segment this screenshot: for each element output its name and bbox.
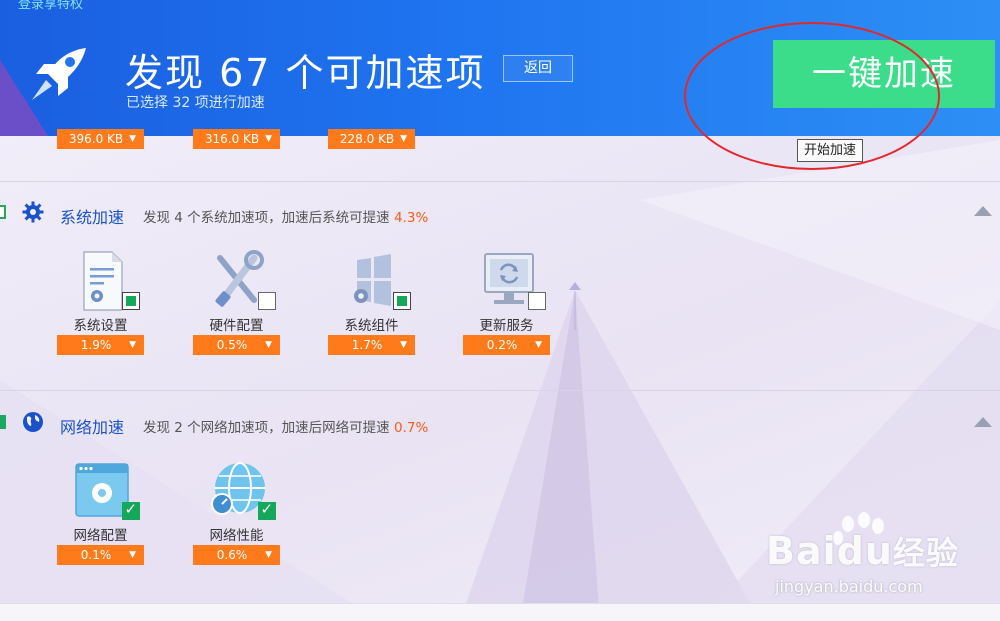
bottom-bar bbox=[0, 603, 1000, 621]
baidu-watermark-url: jingyan.baidu.com bbox=[775, 577, 923, 596]
gear-icon bbox=[22, 201, 44, 223]
dropdown-arrow-icon: ▼ bbox=[265, 129, 272, 136]
dropdown-arrow-icon: ▼ bbox=[129, 550, 136, 560]
item-checkbox[interactable] bbox=[257, 292, 276, 310]
page-title: 发现 67 个可加速项 bbox=[125, 51, 486, 95]
system-section-title: 系统加速 bbox=[60, 208, 125, 227]
system-section-checkbox[interactable] bbox=[0, 205, 6, 219]
item-network-performance: 网络性能 0.6%▼ bbox=[193, 460, 280, 565]
browser-gear-icon bbox=[66, 460, 140, 522]
size-dropdown[interactable]: 396.0 KB▼ bbox=[57, 136, 144, 149]
item-system-components: 系统组件 1.7% ▼ bbox=[328, 250, 415, 355]
dropdown-arrow-icon: ▼ bbox=[265, 340, 272, 350]
selection-summary: 已选择 32 项进行加速 bbox=[126, 95, 265, 111]
dropdown-arrow-icon: ▼ bbox=[535, 340, 542, 350]
item-dropdown[interactable]: 0.5% ▼ bbox=[193, 335, 280, 355]
dropdown-arrow-icon: ▼ bbox=[265, 550, 272, 560]
dropdown-arrow-icon: ▼ bbox=[129, 129, 136, 136]
item-checkbox[interactable] bbox=[121, 292, 140, 310]
dropdown-arrow-icon: ▼ bbox=[129, 136, 136, 144]
tools-icon bbox=[202, 250, 276, 312]
baidu-watermark: Baidu经验 bbox=[766, 529, 959, 573]
login-privilege-link[interactable]: 登录享特权 bbox=[18, 0, 83, 12]
item-dropdown[interactable]: 0.1% ▼ bbox=[57, 545, 144, 565]
size-dropdown[interactable]: 396.0 KB▼ bbox=[57, 129, 144, 136]
item-checkbox[interactable] bbox=[121, 500, 140, 520]
one-click-accelerate-button[interactable]: 一键加速 bbox=[773, 40, 995, 108]
back-button[interactable]: 返回 bbox=[503, 55, 573, 82]
item-checkbox[interactable] bbox=[392, 292, 411, 310]
item-network-config: 网络配置 0.1%▼ bbox=[57, 460, 144, 565]
dropdown-arrow-icon: ▼ bbox=[400, 136, 407, 144]
item-dropdown[interactable]: 0.2% ▼ bbox=[463, 335, 550, 355]
size-dropdown[interactable]: 228.0 KB▼ bbox=[328, 136, 415, 149]
collapse-arrow-icon[interactable] bbox=[974, 417, 992, 427]
item-dropdown[interactable]: 1.9% ▼ bbox=[57, 335, 144, 355]
item-system-settings: 系统设置 1.9% ▼ bbox=[57, 250, 144, 355]
rocket-icon bbox=[32, 48, 86, 100]
item-checkbox[interactable] bbox=[257, 500, 276, 520]
header-banner: 登录享特权 发现 67 个可加速项 已选择 32 项进行加速 返回 一键加速 3… bbox=[0, 0, 1000, 136]
item-checkbox[interactable] bbox=[527, 292, 546, 310]
network-speedup-pct: 0.7% bbox=[393, 420, 429, 436]
network-section-title: 网络加速 bbox=[60, 418, 125, 437]
collapse-arrow-icon[interactable] bbox=[974, 206, 992, 216]
globe-icon bbox=[23, 412, 43, 432]
settings-document-icon bbox=[66, 250, 140, 312]
dropdown-arrow-icon: ▼ bbox=[400, 129, 407, 136]
item-dropdown[interactable]: 1.7% ▼ bbox=[328, 335, 415, 355]
network-section-checkbox[interactable] bbox=[0, 415, 6, 429]
monitor-refresh-icon bbox=[472, 250, 546, 312]
dropdown-arrow-icon: ▼ bbox=[265, 136, 272, 144]
dropdown-arrow-icon: ▼ bbox=[400, 340, 407, 350]
accelerate-tooltip: 开始加速 bbox=[797, 139, 864, 162]
size-dropdown[interactable]: 316.0 KB▼ bbox=[193, 136, 280, 149]
section-divider bbox=[0, 181, 1000, 182]
size-dropdown[interactable]: 228.0 KB▼ bbox=[328, 129, 415, 136]
windows-gear-icon bbox=[337, 250, 411, 312]
system-speedup-pct: 4.3% bbox=[393, 210, 429, 226]
size-dropdown[interactable]: 316.0 KB▼ bbox=[193, 129, 280, 136]
item-update-service: 更新服务 0.2% ▼ bbox=[463, 250, 550, 355]
globe-gauge-icon bbox=[202, 460, 276, 522]
network-section-desc: 发现 2 个网络加速项，加速后网络可提速 0.7% bbox=[143, 420, 429, 436]
item-hardware-config: 硬件配置 0.5% ▼ bbox=[193, 250, 280, 355]
system-section-desc: 发现 4 个系统加速项，加速后系统可提速 4.3% bbox=[143, 210, 429, 226]
dropdown-arrow-icon: ▼ bbox=[129, 340, 136, 350]
item-dropdown[interactable]: 0.6% ▼ bbox=[193, 545, 280, 565]
section-divider bbox=[0, 390, 1000, 391]
